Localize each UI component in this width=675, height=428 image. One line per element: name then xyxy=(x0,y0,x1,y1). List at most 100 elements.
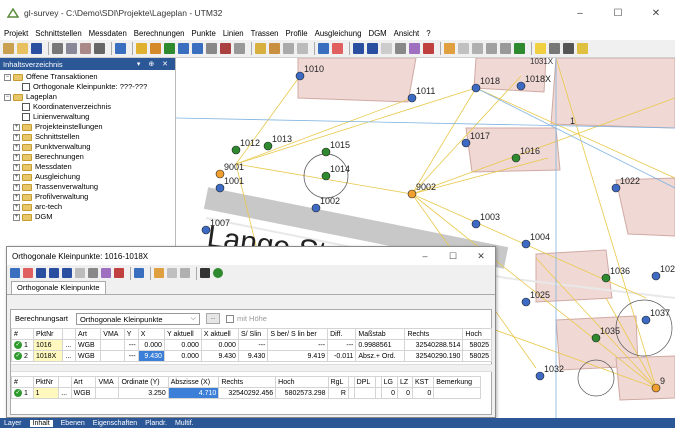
dialog-tool-icon-2[interactable] xyxy=(23,268,33,278)
tool-icon-3[interactable] xyxy=(164,43,175,54)
dialog-tool-icon-14[interactable] xyxy=(200,268,210,278)
dialog-tool-icon-8[interactable] xyxy=(101,268,111,278)
column-header[interactable]: Hoch xyxy=(462,328,492,340)
table-cell[interactable]: 5802573.298 xyxy=(275,387,329,399)
map-point-1015[interactable] xyxy=(321,147,331,157)
table-cell[interactable]: 32540292.456 xyxy=(218,387,277,399)
table-cell[interactable]: ... xyxy=(62,339,76,351)
map-point-1004[interactable] xyxy=(521,239,531,249)
table-cell[interactable]: ... xyxy=(62,350,76,362)
column-header[interactable]: Y xyxy=(123,328,139,340)
map-point-1003[interactable] xyxy=(471,219,481,229)
map-point-9001[interactable] xyxy=(215,169,225,179)
minimize-button[interactable]: – xyxy=(561,0,599,26)
column-header[interactable]: DPL xyxy=(353,376,376,388)
table-cell[interactable]: 32540290.190 xyxy=(404,350,464,362)
column-header[interactable]: PktNr xyxy=(32,328,64,340)
tool-icon-28[interactable] xyxy=(549,43,560,54)
table-cell[interactable]: 0 xyxy=(380,387,398,399)
table-cell[interactable]: WGB xyxy=(70,387,97,399)
table-cell[interactable]: 0.9988561 xyxy=(355,339,406,351)
tab-orthogonale-kleinpunkte[interactable]: Orthogonale Kleinpunkte xyxy=(11,281,106,294)
table-cell[interactable]: 1 xyxy=(32,387,60,399)
expand-toggle-icon[interactable]: − xyxy=(4,93,11,101)
tree-node[interactable]: + DGM xyxy=(0,212,175,222)
tree-node[interactable]: + Schnittstellen xyxy=(0,132,175,142)
column-header[interactable]: PktNr xyxy=(32,376,60,388)
table-cell[interactable]: --- xyxy=(267,339,329,351)
dialog-help-icon[interactable] xyxy=(134,268,144,278)
column-header[interactable]: # xyxy=(11,376,34,388)
table-cell[interactable]: 58025 xyxy=(462,350,492,362)
table-cell[interactable]: --- xyxy=(327,339,357,351)
tool-icon-11[interactable] xyxy=(283,43,294,54)
menu-messdaten[interactable]: Messdaten xyxy=(89,29,127,38)
tool-icon-27[interactable] xyxy=(535,43,546,54)
tab-layer[interactable]: Layer xyxy=(4,420,22,427)
tree-node[interactable]: + Trassenverwaltung xyxy=(0,182,175,192)
tool-icon-19[interactable] xyxy=(409,43,420,54)
map-point-1036[interactable] xyxy=(601,273,611,283)
table-cell[interactable]: 9.430 xyxy=(137,350,165,362)
column-header[interactable]: S/ Slin xyxy=(237,328,269,340)
menu-help[interactable]: ? xyxy=(426,29,430,38)
column-header[interactable]: X aktuell xyxy=(200,328,239,340)
map-point-1017[interactable] xyxy=(461,138,471,148)
tool-icon-4[interactable] xyxy=(178,43,189,54)
tab-multif[interactable]: Multif. xyxy=(175,420,194,427)
tool-icon-14[interactable] xyxy=(332,43,343,54)
table-cell[interactable]: 58025 xyxy=(462,339,492,351)
tool-icon-30[interactable] xyxy=(577,43,588,54)
column-header[interactable]: Bemerkung xyxy=(433,376,481,388)
tool-icon-20[interactable] xyxy=(423,43,434,54)
tree-node[interactable]: + Projekteinstellungen xyxy=(0,122,175,132)
dialog-save-icon[interactable] xyxy=(36,268,46,278)
expand-toggle-icon[interactable]: + xyxy=(13,203,20,211)
menu-punkte[interactable]: Punkte xyxy=(192,29,216,38)
map-point-1012[interactable] xyxy=(231,145,241,155)
table-cell[interactable]: 0.000 xyxy=(137,339,165,351)
table-cell[interactable]: 9.430 xyxy=(237,350,269,362)
new-icon[interactable] xyxy=(3,43,14,54)
dialog-maximize-button[interactable]: ☐ xyxy=(439,247,467,265)
explorer-header-buttons[interactable]: ▾ ⊕ ✕ xyxy=(137,60,171,68)
table-cell[interactable]: ✓ 1 xyxy=(11,339,34,351)
table-cell[interactable]: WGB xyxy=(74,350,102,362)
tool-icon-10[interactable] xyxy=(269,43,280,54)
tool-icon-23[interactable] xyxy=(472,43,483,54)
map-point-1032[interactable] xyxy=(535,371,545,381)
tool-icon-12[interactable] xyxy=(297,43,308,54)
table-cell[interactable]: 0.000 xyxy=(163,339,202,351)
table-cell[interactable]: 0 xyxy=(396,387,414,399)
tool-icon-8[interactable] xyxy=(234,43,245,54)
table-cell[interactable]: R xyxy=(327,387,349,399)
dialog-tool-icon-13[interactable] xyxy=(180,268,190,278)
map-point-1023[interactable] xyxy=(651,271,661,281)
tool-icon-26[interactable] xyxy=(514,43,525,54)
column-header[interactable]: Ordinate (Y) xyxy=(118,376,169,388)
close-button[interactable]: ✕ xyxy=(637,0,675,26)
tree-node[interactable]: + Profilverwaltung xyxy=(0,192,175,202)
tool-icon-13[interactable] xyxy=(318,43,329,54)
table-cell[interactable]: 9.419 xyxy=(267,350,329,362)
column-header[interactable]: Maßstab xyxy=(355,328,406,340)
paste-icon[interactable] xyxy=(80,43,91,54)
tool-icon-5[interactable] xyxy=(192,43,203,54)
dialog-tool-icon-12[interactable] xyxy=(167,268,177,278)
map-point-9[interactable] xyxy=(651,383,661,393)
dialog-tool-icon-1[interactable] xyxy=(10,268,20,278)
tool-icon-7[interactable] xyxy=(220,43,231,54)
tree-node[interactable]: + Berechnungen xyxy=(0,152,175,162)
tree-node[interactable]: Orthogonale Kleinpunkte: ???-??? xyxy=(0,82,175,92)
table-cell[interactable]: --- xyxy=(123,339,139,351)
tool-icon-25[interactable] xyxy=(500,43,511,54)
expand-toggle-icon[interactable]: − xyxy=(4,73,11,81)
maximize-button[interactable]: ☐ xyxy=(599,0,637,26)
tool-icon-9[interactable] xyxy=(255,43,266,54)
table1-hscroll[interactable] xyxy=(11,364,492,372)
table-cell[interactable]: WGB xyxy=(74,339,102,351)
column-header[interactable]: VMA xyxy=(95,376,120,388)
tab-eigenschaften[interactable]: Eigenschaften xyxy=(93,420,137,427)
column-header[interactable]: X xyxy=(137,328,165,340)
open-icon[interactable] xyxy=(17,43,28,54)
